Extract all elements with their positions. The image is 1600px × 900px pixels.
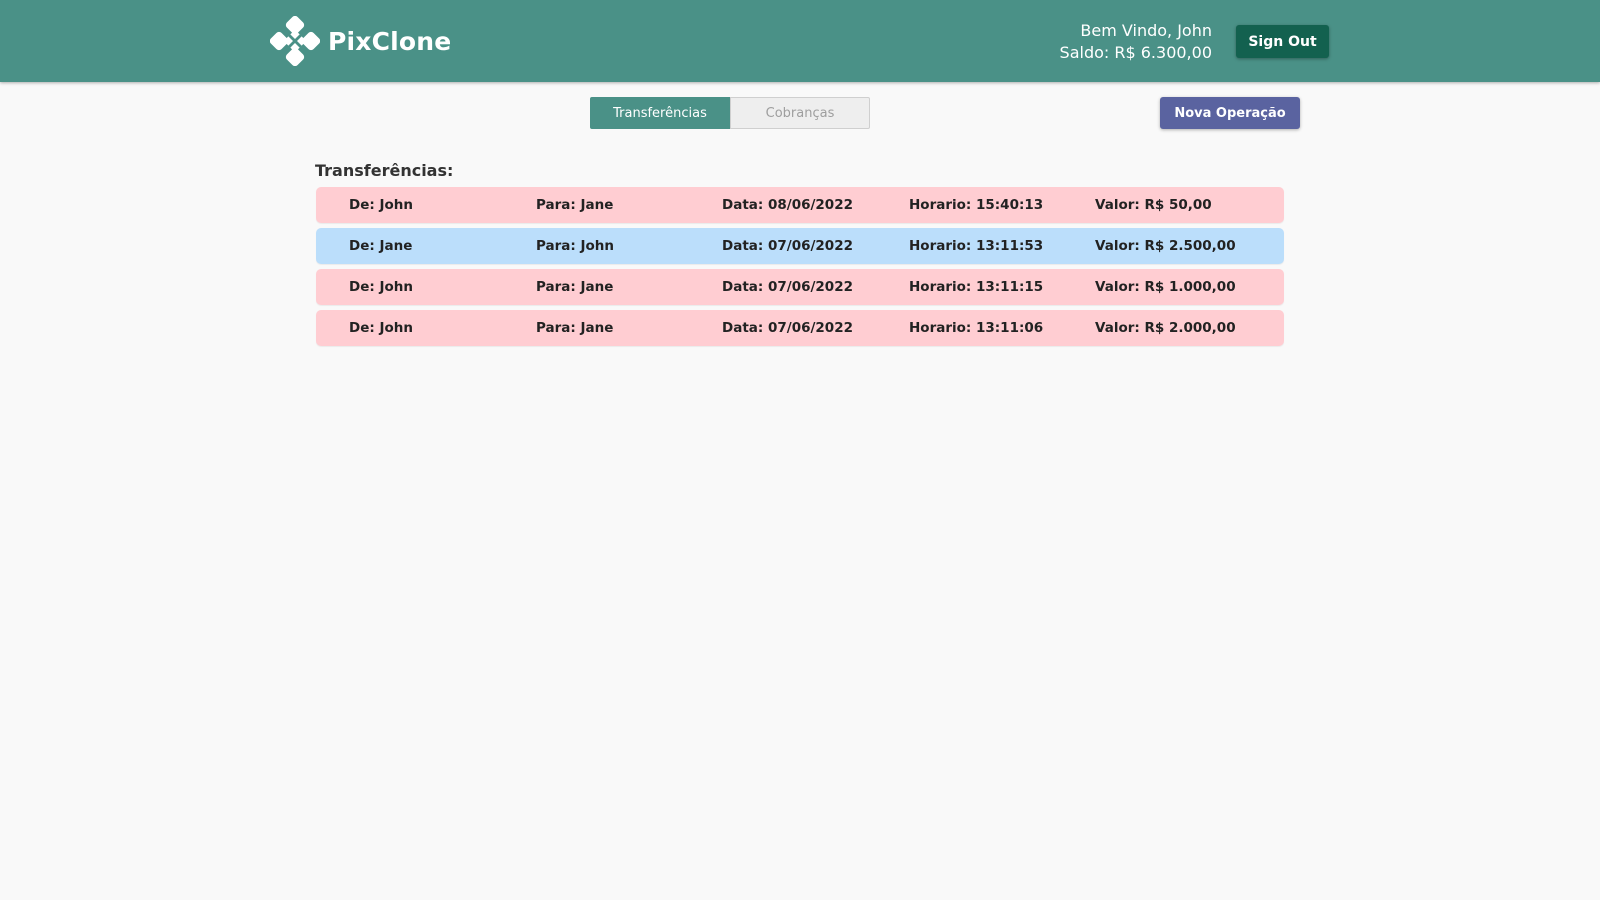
transfer-value: Valor: R$ 2.500,00 [1095, 238, 1236, 254]
transfer-value: Valor: R$ 1.000,00 [1095, 279, 1236, 295]
transfer-date: Data: 07/06/2022 [722, 320, 853, 336]
transfer-time: Horario: 13:11:06 [909, 320, 1044, 336]
transfer-row[interactable]: De: John Para: Jane Data: 08/06/2022 Hor… [316, 187, 1284, 223]
transfer-to: Para: Jane [536, 320, 614, 336]
tab-bar: Transferências Cobranças [590, 97, 870, 129]
diamond-petals-logo-icon [270, 16, 320, 66]
transfer-date: Data: 08/06/2022 [722, 197, 853, 213]
transfer-list: De: John Para: Jane Data: 08/06/2022 Hor… [316, 187, 1284, 351]
transfer-from: De: Jane [349, 238, 413, 254]
transfer-value: Valor: R$ 50,00 [1095, 197, 1212, 213]
transfer-from: De: John [349, 320, 413, 336]
new-operation-button[interactable]: Nova Operação [1160, 97, 1300, 129]
user-info: Bem Vindo, John Saldo: R$ 6.300,00 [1060, 20, 1212, 64]
transfer-time: Horario: 15:40:13 [909, 197, 1044, 213]
tab-cobrancas[interactable]: Cobranças [730, 97, 870, 129]
transfer-row[interactable]: De: John Para: Jane Data: 07/06/2022 Hor… [316, 310, 1284, 346]
transfer-to: Para: John [536, 238, 615, 254]
transfer-time: Horario: 13:11:53 [909, 238, 1044, 254]
transfer-date: Data: 07/06/2022 [722, 238, 853, 254]
app-header: PixClone Bem Vindo, John Saldo: R$ 6.300… [0, 0, 1600, 82]
transfer-to: Para: Jane [536, 197, 614, 213]
transfer-value: Valor: R$ 2.000,00 [1095, 320, 1236, 336]
balance-text: Saldo: R$ 6.300,00 [1059, 43, 1212, 62]
sign-out-button[interactable]: Sign Out [1236, 25, 1329, 58]
tab-transferencias[interactable]: Transferências [590, 97, 730, 129]
transfer-row[interactable]: De: Jane Para: John Data: 07/06/2022 Hor… [316, 228, 1284, 264]
transfer-from: De: John [349, 279, 413, 295]
transfer-to: Para: Jane [536, 279, 614, 295]
transfer-from: De: John [349, 197, 413, 213]
transfer-time: Horario: 13:11:15 [909, 279, 1044, 295]
section-title: Transferências: [315, 161, 454, 180]
app-name: PixClone [328, 26, 452, 56]
app-logo[interactable]: PixClone [270, 16, 451, 66]
welcome-text: Bem Vindo, John [1080, 21, 1212, 40]
transfer-row[interactable]: De: John Para: Jane Data: 07/06/2022 Hor… [316, 269, 1284, 305]
transfer-date: Data: 07/06/2022 [722, 279, 853, 295]
